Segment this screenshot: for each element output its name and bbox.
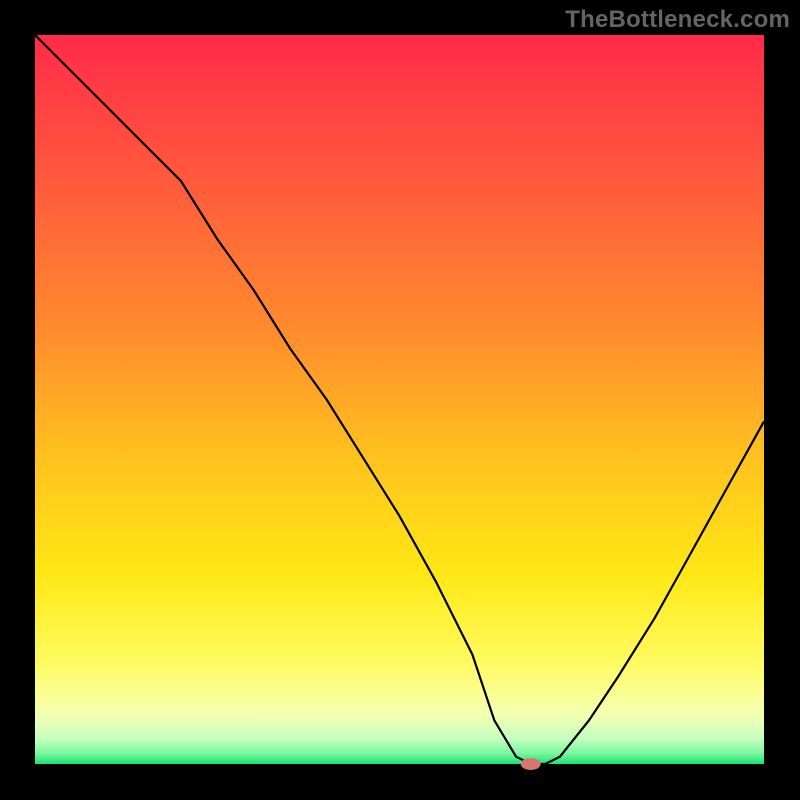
optimal-marker [521,758,541,770]
chart-container: TheBottleneck.com [0,0,800,800]
watermark-text: TheBottleneck.com [565,6,790,34]
bottleneck-chart [0,0,800,800]
